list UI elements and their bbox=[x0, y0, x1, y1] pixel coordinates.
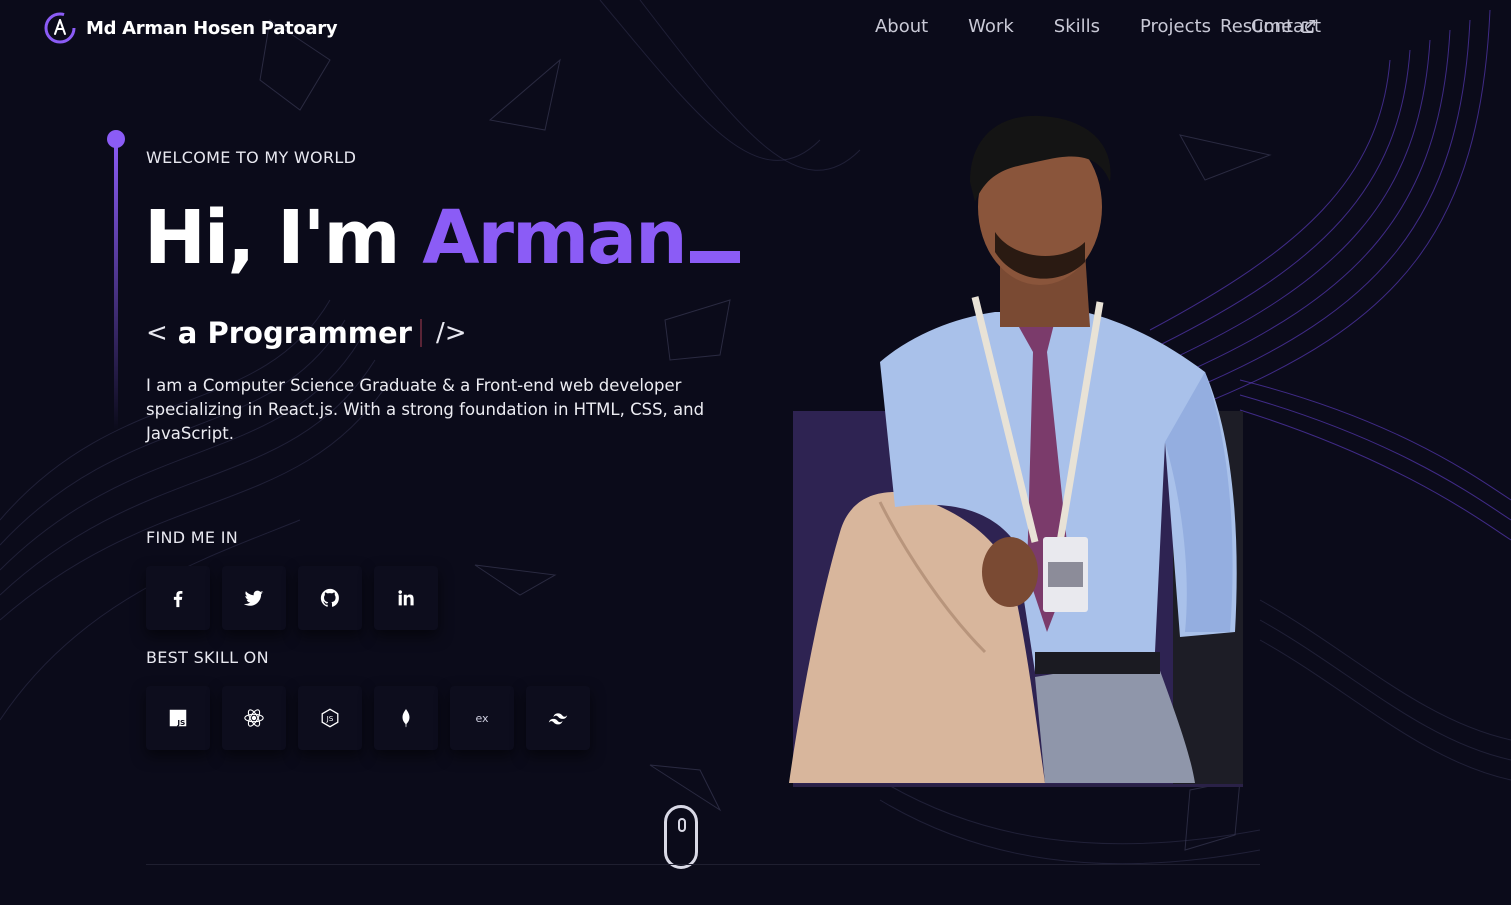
top-nav: Md Arman Hosen Patoary About Work Skills… bbox=[0, 0, 1511, 56]
typing-cursor bbox=[689, 251, 740, 263]
nav-resume[interactable]: Resume bbox=[1220, 16, 1317, 37]
linkedin-icon bbox=[398, 590, 414, 606]
intro-description: I am a Computer Science Graduate & a Fro… bbox=[146, 376, 705, 443]
resume-label: Resume bbox=[1220, 16, 1293, 37]
social-links bbox=[146, 566, 438, 630]
skill-tailwind[interactable] bbox=[526, 686, 590, 750]
external-link-icon bbox=[1302, 20, 1316, 33]
role-line: < a Programmer /> bbox=[146, 316, 467, 350]
nav-about[interactable]: About bbox=[875, 16, 928, 37]
mouse-wheel-icon bbox=[678, 818, 686, 832]
skills-label: BEST SKILL ON bbox=[146, 648, 269, 667]
hero-greeting: Hi, I'm bbox=[144, 195, 400, 281]
background-pattern bbox=[0, 0, 1511, 865]
svg-text:JS: JS bbox=[176, 718, 185, 727]
nodejs-icon: JS bbox=[321, 708, 339, 728]
skill-javascript[interactable]: JS bbox=[146, 686, 210, 750]
javascript-icon: JS bbox=[169, 709, 187, 727]
scroll-down-indicator[interactable] bbox=[664, 805, 698, 869]
hero-name: Arman bbox=[422, 195, 687, 281]
facebook-icon bbox=[173, 590, 183, 608]
timeline-line bbox=[114, 140, 118, 430]
twitter-icon bbox=[243, 590, 264, 606]
role-open-bracket: < bbox=[146, 318, 168, 348]
skill-express[interactable]: ex bbox=[450, 686, 514, 750]
timeline-decoration bbox=[107, 130, 125, 430]
skill-mongodb[interactable] bbox=[374, 686, 438, 750]
profile-photo bbox=[789, 115, 1237, 783]
skill-nodejs[interactable]: JS bbox=[298, 686, 362, 750]
nav-projects[interactable]: Projects bbox=[1140, 16, 1211, 37]
github-icon bbox=[320, 588, 339, 607]
skills-list: JS JS ex bbox=[146, 686, 590, 750]
atom-logo-icon bbox=[44, 12, 76, 44]
express-icon: ex bbox=[475, 712, 489, 725]
social-label: FIND ME IN bbox=[146, 528, 238, 547]
svg-text:ex: ex bbox=[475, 712, 489, 725]
skill-react[interactable] bbox=[222, 686, 286, 750]
role-caret bbox=[419, 319, 422, 347]
twitter-link[interactable] bbox=[222, 566, 286, 630]
brand[interactable]: Md Arman Hosen Patoary bbox=[44, 12, 338, 44]
linkedin-link[interactable] bbox=[374, 566, 438, 630]
facebook-link[interactable] bbox=[146, 566, 210, 630]
mongodb-icon bbox=[402, 708, 410, 728]
nav-work[interactable]: Work bbox=[968, 16, 1014, 37]
welcome-text: WELCOME TO MY WORLD bbox=[146, 148, 357, 167]
github-link[interactable] bbox=[298, 566, 362, 630]
role-close-bracket: /> bbox=[435, 318, 467, 348]
section-divider bbox=[146, 864, 1260, 865]
role-text: a Programmer bbox=[177, 316, 412, 350]
brand-name: Md Arman Hosen Patoary bbox=[86, 17, 338, 39]
react-icon bbox=[244, 709, 264, 727]
nav-skills[interactable]: Skills bbox=[1054, 16, 1100, 37]
tailwind-icon bbox=[548, 713, 568, 725]
hero-heading: Hi, I'm Arman bbox=[144, 199, 740, 278]
svg-text:JS: JS bbox=[326, 714, 334, 723]
